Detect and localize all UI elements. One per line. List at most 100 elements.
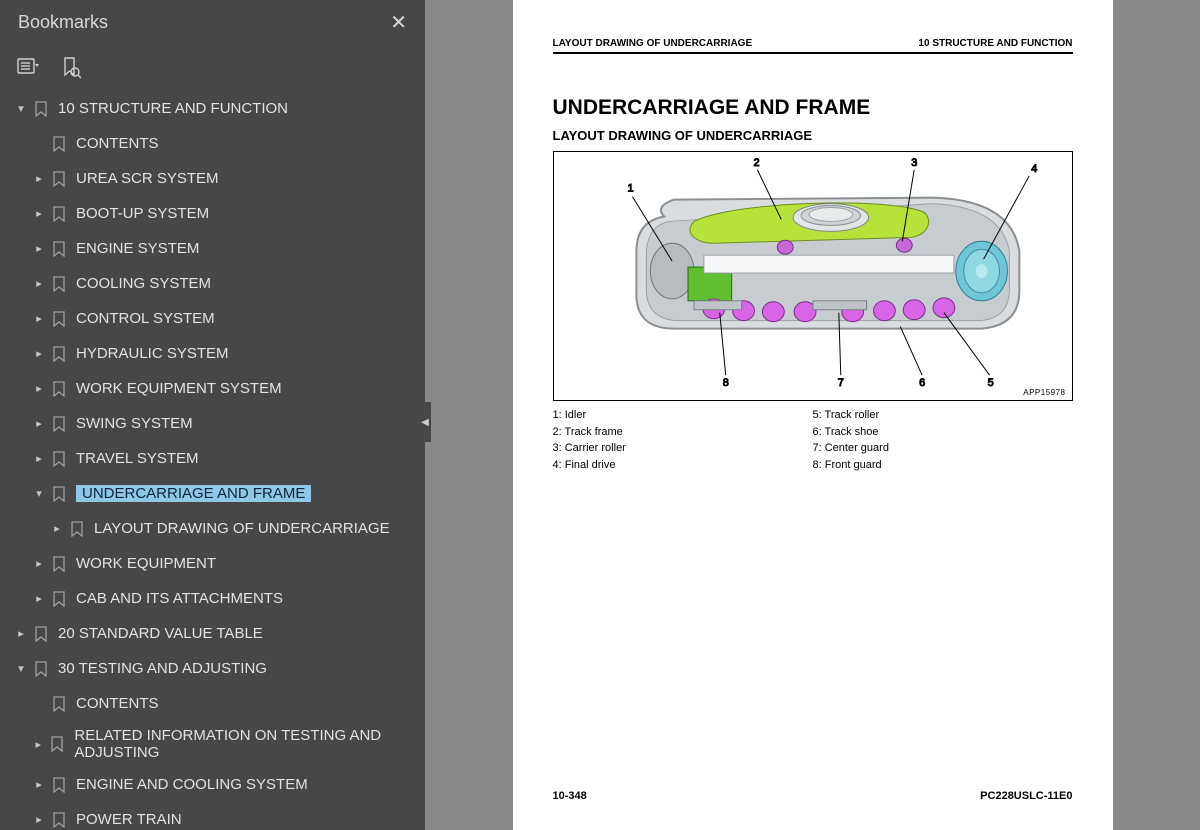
bookmark-row[interactable]: ▾ 30 TESTING AND ADJUSTING	[0, 651, 425, 686]
bookmark-icon	[34, 101, 48, 117]
bookmark-label: 10 STRUCTURE AND FUNCTION	[58, 100, 425, 117]
caret-icon[interactable]: ▸	[32, 207, 46, 220]
bookmark-label: UREA SCR SYSTEM	[76, 170, 425, 187]
bookmark-label: HYDRAULIC SYSTEM	[76, 345, 425, 362]
bookmark-label: RELATED INFORMATION ON TESTING AND ADJUS…	[74, 727, 425, 761]
bookmark-label: ENGINE SYSTEM	[76, 240, 425, 257]
caret-icon[interactable]: ▸	[50, 522, 64, 535]
legend-item: 3: Carrier roller	[553, 440, 813, 457]
page-running-header: LAYOUT DRAWING OF UNDERCARRIAGE 10 STRUC…	[553, 38, 1073, 54]
caret-icon[interactable]: ▾	[32, 487, 46, 500]
collapse-handle-icon[interactable]: ◀	[419, 402, 431, 442]
bookmarks-options-icon[interactable]	[16, 55, 42, 81]
bookmark-row[interactable]: ▸LAYOUT DRAWING OF UNDERCARRIAGE	[0, 511, 425, 546]
bookmark-label: CAB AND ITS ATTACHMENTS	[76, 590, 425, 607]
sidebar-title: Bookmarks	[18, 12, 108, 33]
caret-icon[interactable]: ▸	[32, 382, 46, 395]
bookmark-label: WORK EQUIPMENT SYSTEM	[76, 380, 425, 397]
bookmark-row[interactable]: ▸ENGINE AND COOLING SYSTEM	[0, 767, 425, 802]
caret-icon[interactable]: ▸	[32, 312, 46, 325]
sidebar-header: Bookmarks ✕	[0, 0, 425, 45]
caret-icon[interactable]: ▸	[32, 347, 46, 360]
bookmark-label: POWER TRAIN	[76, 811, 425, 828]
bookmark-row[interactable]: ▸ ENGINE SYSTEM	[0, 231, 425, 266]
bookmark-label: COOLING SYSTEM	[76, 275, 425, 292]
bookmark-row[interactable]: CONTENTS	[0, 126, 425, 161]
legend-item: 7: Center guard	[813, 440, 1073, 457]
caret-icon[interactable]: ▸	[32, 452, 46, 465]
bookmark-row[interactable]: ▸ RELATED INFORMATION ON TESTING AND ADJU…	[0, 721, 425, 767]
bookmark-icon	[52, 486, 66, 502]
caret-icon[interactable]: ▾	[14, 662, 28, 675]
bookmark-icon	[52, 812, 66, 828]
bookmark-row[interactable]: ▸SWING SYSTEM	[0, 406, 425, 441]
page-subtitle: LAYOUT DRAWING OF UNDERCARRIAGE	[553, 128, 1073, 143]
bookmark-icon	[34, 661, 48, 677]
page-header-left: LAYOUT DRAWING OF UNDERCARRIAGE	[553, 38, 753, 49]
bookmark-row[interactable]: ▸ TRAVEL SYSTEM	[0, 441, 425, 476]
legend-item: 5: Track roller	[813, 407, 1073, 424]
callout-7: 7	[837, 377, 843, 389]
callout-4: 4	[1031, 163, 1037, 175]
document-page: LAYOUT DRAWING OF UNDERCARRIAGE 10 STRUC…	[513, 0, 1113, 830]
bookmark-row[interactable]: ▸ WORK EQUIPMENT SYSTEM	[0, 371, 425, 406]
caret-icon[interactable]: ▸	[32, 557, 46, 570]
legend-item: 6: Track shoe	[813, 424, 1073, 441]
bookmark-row[interactable]: ▸BOOT-UP SYSTEM	[0, 196, 425, 231]
bookmark-row[interactable]: ▸ UREA SCR SYSTEM	[0, 161, 425, 196]
bookmark-label: TRAVEL SYSTEM	[76, 450, 425, 467]
legend-item: 1: Idler	[553, 407, 813, 424]
page-header-right: 10 STRUCTURE AND FUNCTION	[918, 38, 1072, 49]
bookmark-row[interactable]: ▸ CAB AND ITS ATTACHMENTS	[0, 581, 425, 616]
bookmark-icon	[52, 171, 66, 187]
bookmark-row[interactable]: ▸ HYDRAULIC SYSTEM	[0, 336, 425, 371]
bookmark-icon	[52, 451, 66, 467]
bookmark-icon	[52, 777, 66, 793]
bookmark-icon	[52, 696, 66, 712]
bookmark-row[interactable]: ▸ 20 STANDARD VALUE TABLE	[0, 616, 425, 651]
bookmark-icon	[34, 626, 48, 642]
bookmark-icon	[52, 381, 66, 397]
page-footer: 10-348 PC228USLC-11E0	[553, 790, 1073, 802]
bookmark-label: 20 STANDARD VALUE TABLE	[58, 625, 425, 642]
caret-icon[interactable]: ▾	[14, 102, 28, 115]
legend-item: 4: Final drive	[553, 457, 813, 474]
caret-icon[interactable]: ▸	[32, 738, 44, 751]
bookmark-icon	[70, 521, 84, 537]
bookmark-row[interactable]: CONTENTS	[0, 686, 425, 721]
find-bookmark-icon[interactable]	[58, 55, 84, 81]
caret-icon[interactable]: ▸	[32, 172, 46, 185]
close-icon[interactable]: ✕	[390, 10, 407, 35]
caret-icon[interactable]: ▸	[14, 627, 28, 640]
bookmark-row[interactable]: ▸WORK EQUIPMENT	[0, 546, 425, 581]
bookmarks-sidebar: Bookmarks ✕ ▾ 10 STRUCTURE AND FUNCTION CO…	[0, 0, 425, 830]
bookmark-row[interactable]: ▸ COOLING SYSTEM	[0, 266, 425, 301]
callout-2: 2	[753, 157, 759, 169]
bookmark-label: CONTENTS	[76, 695, 425, 712]
bookmark-icon	[52, 346, 66, 362]
bookmark-row[interactable]: ▾ 10 STRUCTURE AND FUNCTION	[0, 91, 425, 126]
bookmark-icon	[52, 591, 66, 607]
bookmark-row[interactable]: ▾UNDERCARRIAGE AND FRAME	[0, 476, 425, 511]
caret-icon[interactable]: ▸	[32, 417, 46, 430]
undercarriage-figure: 1 2 3 4 5 6 7 8 APP15978	[553, 151, 1073, 401]
caret-icon[interactable]: ▸	[32, 277, 46, 290]
figure-code: APP15978	[1023, 388, 1065, 397]
caret-icon[interactable]: ▸	[32, 778, 46, 791]
bookmark-icon	[52, 136, 66, 152]
bookmark-icon	[52, 311, 66, 327]
bookmark-row[interactable]: ▸ POWER TRAIN	[0, 802, 425, 830]
bookmark-label: CONTROL SYSTEM	[76, 310, 425, 327]
bookmark-row[interactable]: ▸ CONTROL SYSTEM	[0, 301, 425, 336]
caret-icon[interactable]: ▸	[32, 592, 46, 605]
bookmarks-tree[interactable]: ▾ 10 STRUCTURE AND FUNCTION CONTENTS ▸ UREA …	[0, 87, 425, 830]
bookmark-label: 30 TESTING AND ADJUSTING	[58, 660, 425, 677]
figure-legend: 1: Idler2: Track frame3: Carrier roller4…	[553, 407, 1073, 473]
bookmark-icon	[52, 416, 66, 432]
bookmark-icon	[50, 736, 64, 752]
callout-8: 8	[722, 377, 728, 389]
document-viewport[interactable]: LAYOUT DRAWING OF UNDERCARRIAGE 10 STRUC…	[425, 0, 1200, 830]
caret-icon[interactable]: ▸	[32, 242, 46, 255]
caret-icon[interactable]: ▸	[32, 813, 46, 826]
bookmark-label: CONTENTS	[76, 135, 425, 152]
